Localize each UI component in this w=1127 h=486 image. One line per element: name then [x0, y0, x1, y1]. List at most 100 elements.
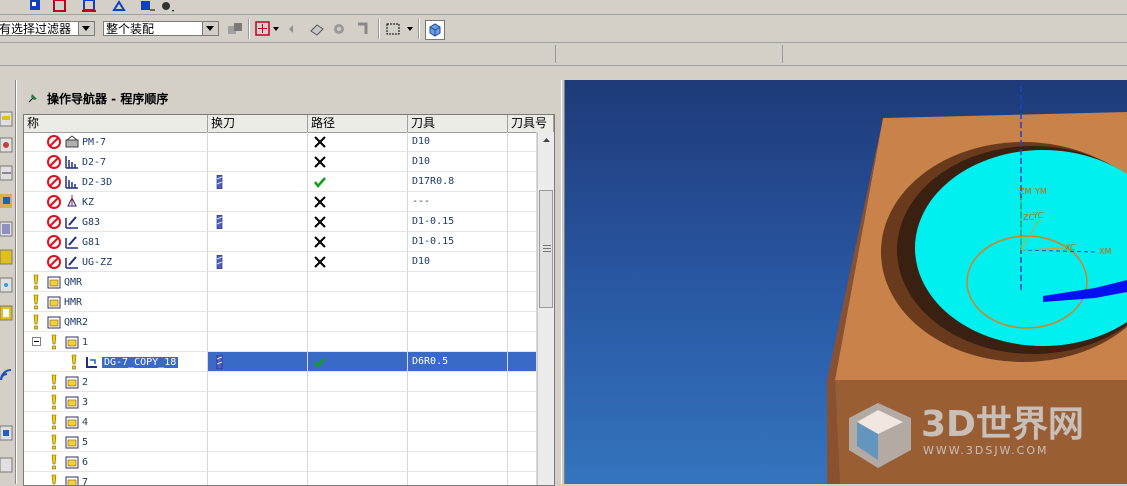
- path-cell[interactable]: [308, 152, 408, 172]
- path-cell[interactable]: [308, 212, 408, 232]
- resource-tab-icon[interactable]: [0, 276, 13, 294]
- path-cell[interactable]: [308, 312, 408, 332]
- operation-name-group[interactable]: QMR2: [28, 312, 88, 332]
- table-row[interactable]: D6R0.5DG-7_COPY_18: [24, 352, 537, 372]
- tool-cell[interactable]: [408, 292, 508, 312]
- operation-name-group[interactable]: KZ: [46, 192, 94, 212]
- tool-cell[interactable]: [408, 392, 508, 412]
- tool-number-cell[interactable]: [508, 412, 537, 432]
- tool-change-cell[interactable]: [208, 392, 308, 412]
- vertical-scrollbar[interactable]: [537, 132, 555, 485]
- undo-arrow-icon[interactable]: [284, 20, 302, 38]
- operation-name-group[interactable]: 6: [46, 452, 88, 472]
- tool-change-cell[interactable]: [208, 312, 308, 332]
- tool-number-cell[interactable]: [508, 392, 537, 412]
- table-row[interactable]: D10D2-7: [24, 152, 537, 172]
- path-cell[interactable]: [308, 412, 408, 432]
- path-cell[interactable]: [308, 252, 408, 272]
- table-row[interactable]: HMR: [24, 292, 537, 312]
- tool-cell[interactable]: [408, 272, 508, 292]
- tool-number-cell[interactable]: [508, 192, 537, 212]
- tool-number-cell[interactable]: [508, 332, 537, 352]
- filter-settings-icon[interactable]: [226, 20, 244, 38]
- tool-change-cell[interactable]: [208, 332, 308, 352]
- tool-number-cell[interactable]: [508, 372, 537, 392]
- operation-name-group[interactable]: UG-ZZ: [46, 252, 112, 272]
- chevron-down-icon[interactable]: [78, 22, 94, 35]
- path-cell[interactable]: [308, 232, 408, 252]
- rectangle-select-icon[interactable]: [384, 20, 402, 38]
- chevron-down-icon[interactable]: [202, 22, 218, 35]
- pin-icon[interactable]: [27, 92, 39, 104]
- chevron-down-icon[interactable]: [407, 27, 413, 31]
- operation-name-group[interactable]: 2: [46, 372, 88, 392]
- path-cell[interactable]: [308, 392, 408, 412]
- gear-icon[interactable]: [330, 20, 348, 38]
- scrollbar-thumb[interactable]: [539, 190, 553, 308]
- operation-name-group[interactable]: PM-7: [46, 132, 106, 152]
- operation-name-group[interactable]: DG-7_COPY_18: [66, 352, 178, 372]
- tool-cell[interactable]: [408, 432, 508, 452]
- collapse-toggle-icon[interactable]: [32, 337, 41, 346]
- tool-number-cell[interactable]: [508, 432, 537, 452]
- table-row[interactable]: 4: [24, 412, 537, 432]
- tool-change-cell[interactable]: [208, 272, 308, 292]
- tool-change-cell[interactable]: [208, 172, 308, 192]
- path-cell[interactable]: [308, 292, 408, 312]
- tool-change-cell[interactable]: [208, 352, 308, 372]
- path-cell[interactable]: [308, 372, 408, 392]
- rivet-icon[interactable]: [354, 20, 372, 38]
- tool-number-cell[interactable]: [508, 132, 537, 152]
- path-cell[interactable]: [308, 172, 408, 192]
- table-row[interactable]: 2: [24, 372, 537, 392]
- tool-cell[interactable]: D10: [408, 132, 508, 152]
- column-header-path[interactable]: 路径: [308, 115, 408, 132]
- tool-change-cell[interactable]: [208, 152, 308, 172]
- graphics-viewport[interactable]: ZM YM ZC YC XC XM 3D世界网 WWW.3DSJW.COM: [565, 80, 1127, 484]
- tool-cell[interactable]: D17R0.8: [408, 172, 508, 192]
- scroll-up-icon[interactable]: [538, 132, 555, 148]
- resource-tab-icon[interactable]: [0, 136, 13, 154]
- tool-number-cell[interactable]: [508, 452, 537, 472]
- operation-name-group[interactable]: G81: [46, 232, 100, 252]
- selection-filter-dropdown[interactable]: 有选择过滤器: [0, 21, 95, 36]
- operation-name-group[interactable]: 1: [46, 332, 88, 352]
- tool-icon-6[interactable]: [160, 0, 176, 12]
- resource-tab-icon[interactable]: [0, 424, 13, 442]
- operation-name-group[interactable]: 3: [46, 392, 88, 412]
- tool-cell[interactable]: [408, 372, 508, 392]
- table-row[interactable]: 6: [24, 452, 537, 472]
- tool-icon-2[interactable]: [52, 0, 68, 12]
- tool-cell[interactable]: [408, 412, 508, 432]
- tool-change-cell[interactable]: [208, 132, 308, 152]
- path-cell[interactable]: [308, 272, 408, 292]
- tool-number-cell[interactable]: [508, 212, 537, 232]
- tool-cell[interactable]: ---: [408, 192, 508, 212]
- snap-point-icon[interactable]: [254, 20, 272, 38]
- operation-name-group[interactable]: G83: [46, 212, 100, 232]
- table-row[interactable]: QMR2: [24, 312, 537, 332]
- resource-tab-icon[interactable]: [0, 164, 13, 182]
- operation-name-group[interactable]: D2-7: [46, 152, 106, 172]
- resource-tab-icon[interactable]: [0, 456, 13, 474]
- path-cell[interactable]: [308, 332, 408, 352]
- tool-change-cell[interactable]: [208, 232, 308, 252]
- table-row[interactable]: D10 UG-ZZ: [24, 252, 537, 272]
- tool-icon-5[interactable]: [140, 0, 156, 12]
- operation-name-group[interactable]: HMR: [28, 292, 82, 312]
- tool-cell[interactable]: D1-0.15: [408, 232, 508, 252]
- resource-tab-icon[interactable]: [0, 192, 13, 210]
- table-row[interactable]: D10 PM-7: [24, 132, 537, 152]
- tool-cell[interactable]: D10: [408, 252, 508, 272]
- path-cell[interactable]: [308, 432, 408, 452]
- tool-change-cell[interactable]: [208, 292, 308, 312]
- path-cell[interactable]: [308, 132, 408, 152]
- resource-tab-icon[interactable]: [0, 110, 13, 128]
- table-row[interactable]: D1-0.15 G81: [24, 232, 537, 252]
- tool-number-cell[interactable]: [508, 352, 537, 372]
- table-row[interactable]: D17R0.8D2-3D: [24, 172, 537, 192]
- tool-icon-4[interactable]: [112, 0, 128, 12]
- column-header-tool[interactable]: 刀具: [408, 115, 508, 132]
- tool-cell[interactable]: D1-0.15: [408, 212, 508, 232]
- resource-tab-icon[interactable]: [0, 248, 13, 266]
